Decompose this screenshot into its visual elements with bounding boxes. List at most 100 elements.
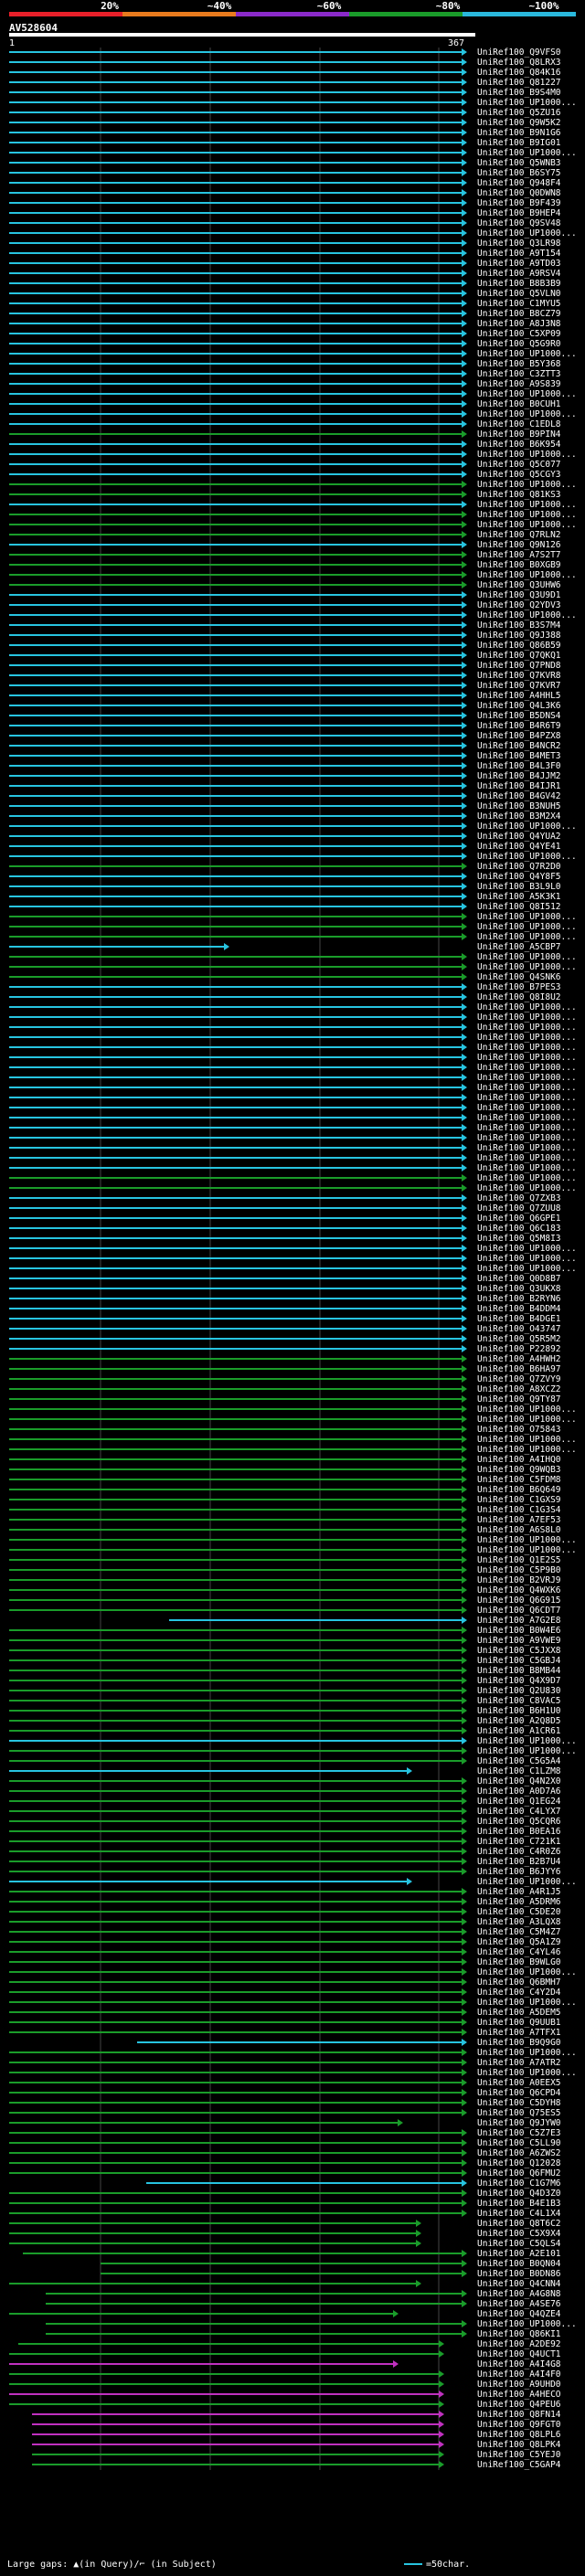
hit-label[interactable]: UniRef100_B8B3B9 <box>477 279 583 289</box>
hit-label[interactable]: UniRef100_UP1000... <box>477 1877 583 1887</box>
hit-label[interactable]: UniRef100_Q8I512 <box>477 902 583 912</box>
hit-label[interactable]: UniRef100_Q7KVR7 <box>477 681 583 691</box>
hit-label[interactable]: UniRef100_UP1000... <box>477 1002 583 1012</box>
hit-label[interactable]: UniRef100_A0EEX5 <box>477 2078 583 2088</box>
hit-label[interactable]: UniRef100_Q7ZXB3 <box>477 1193 583 1203</box>
hit-label[interactable]: UniRef100_Q4YE41 <box>477 842 583 852</box>
hit-label[interactable]: UniRef100_UP1000... <box>477 570 583 580</box>
hit-label[interactable]: UniRef100_A6S8L0 <box>477 1525 583 1535</box>
hit-label[interactable]: UniRef100_UP1000... <box>477 349 583 359</box>
hit-label[interactable]: UniRef100_Q5C077 <box>477 460 583 470</box>
hit-label[interactable]: UniRef100_UP1000... <box>477 912 583 922</box>
hit-label[interactable]: UniRef100_C4LYX7 <box>477 1807 583 1817</box>
hit-label[interactable]: UniRef100_Q9SV48 <box>477 218 583 228</box>
hit-label[interactable]: UniRef100_C1LZM8 <box>477 1766 583 1776</box>
hit-label[interactable]: UniRef100_Q5R5M2 <box>477 1334 583 1344</box>
hit-label[interactable]: UniRef100_UP1000... <box>477 922 583 932</box>
hit-label[interactable]: UniRef100_B9Q9G0 <box>477 2038 583 2048</box>
hit-label[interactable]: UniRef100_Q7QKQ1 <box>477 651 583 661</box>
hit-label[interactable]: UniRef100_C1G3S4 <box>477 1505 583 1515</box>
hit-label[interactable]: UniRef100_Q5CQR6 <box>477 1817 583 1827</box>
hit-label[interactable]: UniRef100_Q6CPD4 <box>477 2088 583 2098</box>
hit-label[interactable]: UniRef100_C5Z7E3 <box>477 2128 583 2138</box>
hit-label[interactable]: UniRef100_B4E1B3 <box>477 2199 583 2209</box>
hit-label[interactable]: UniRef100_C5DYH8 <box>477 2098 583 2108</box>
hit-label[interactable]: UniRef100_UP1000... <box>477 1123 583 1133</box>
hit-label[interactable]: UniRef100_Q948F4 <box>477 178 583 188</box>
hit-label[interactable]: UniRef100_Q9W5K2 <box>477 118 583 128</box>
hit-label[interactable]: UniRef100_B7PES3 <box>477 982 583 992</box>
hit-label[interactable]: UniRef100_C4R0Z6 <box>477 1847 583 1857</box>
hit-label[interactable]: UniRef100_A2Q8D5 <box>477 1716 583 1726</box>
hit-label[interactable]: UniRef100_A8XCZ2 <box>477 1384 583 1394</box>
hit-label[interactable]: UniRef100_Q86B59 <box>477 641 583 651</box>
hit-label[interactable]: UniRef100_O75843 <box>477 1425 583 1435</box>
hit-label[interactable]: UniRef100_UP1000... <box>477 1093 583 1103</box>
hit-label[interactable]: UniRef100_Q3U9D1 <box>477 590 583 600</box>
hit-label[interactable]: UniRef100_UP1000... <box>477 1445 583 1455</box>
hit-label[interactable]: UniRef100_A9TD03 <box>477 259 583 269</box>
hit-label[interactable]: UniRef100_A4R1J5 <box>477 1887 583 1897</box>
hit-label[interactable]: UniRef100_C5XP09 <box>477 329 583 339</box>
hit-label[interactable]: UniRef100_C1MYU5 <box>477 299 583 309</box>
hit-label[interactable]: UniRef100_Q6BMH7 <box>477 1977 583 1988</box>
hit-label[interactable]: UniRef100_C3ZTT3 <box>477 369 583 379</box>
hit-label[interactable]: UniRef100_C1GXS9 <box>477 1495 583 1505</box>
hit-label[interactable]: UniRef100_Q6GPE1 <box>477 1214 583 1224</box>
hit-label[interactable]: UniRef100_Q4UCT1 <box>477 2349 583 2359</box>
hit-label[interactable]: UniRef100_UP1000... <box>477 1967 583 1977</box>
hit-label[interactable]: UniRef100_UP1000... <box>477 1254 583 1264</box>
hit-label[interactable]: UniRef100_C4Y2D4 <box>477 1988 583 1998</box>
hit-label[interactable]: UniRef100_Q8LPL6 <box>477 2430 583 2440</box>
hit-label[interactable]: UniRef100_B2RYN6 <box>477 1294 583 1304</box>
hit-label[interactable]: UniRef100_Q9JYW0 <box>477 2118 583 2128</box>
hit-label[interactable]: UniRef100_Q1EG24 <box>477 1797 583 1807</box>
hit-label[interactable]: UniRef100_A4I4G8 <box>477 2359 583 2369</box>
hit-label[interactable]: UniRef100_B4R6T9 <box>477 721 583 731</box>
hit-label[interactable]: UniRef100_C5GBJ4 <box>477 1656 583 1666</box>
hit-label[interactable]: UniRef100_UP1000... <box>477 2068 583 2078</box>
hit-label[interactable]: UniRef100_UP1000... <box>477 1435 583 1445</box>
hit-label[interactable]: UniRef100_B4DDM4 <box>477 1304 583 1314</box>
hit-label[interactable]: UniRef100_Q0DWN8 <box>477 188 583 198</box>
hit-label[interactable]: UniRef100_UP1000... <box>477 1103 583 1113</box>
hit-label[interactable]: UniRef100_Q4YUA2 <box>477 832 583 842</box>
hit-label[interactable]: UniRef100_Q84K16 <box>477 68 583 78</box>
hit-label[interactable]: UniRef100_A2DE92 <box>477 2339 583 2349</box>
hit-label[interactable]: UniRef100_B3M2X4 <box>477 811 583 822</box>
hit-label[interactable]: UniRef100_UP1000... <box>477 2048 583 2058</box>
hit-label[interactable]: UniRef100_UP1000... <box>477 1113 583 1123</box>
hit-label[interactable]: UniRef100_Q9N126 <box>477 540 583 550</box>
hit-label[interactable]: UniRef100_B0W4E6 <box>477 1626 583 1636</box>
hit-label[interactable]: UniRef100_C5QLS4 <box>477 2239 583 2249</box>
hit-label[interactable]: UniRef100_B9S4M0 <box>477 88 583 98</box>
hit-label[interactable]: UniRef100_UP1000... <box>477 1143 583 1153</box>
hit-label[interactable]: UniRef100_UP1000... <box>477 480 583 490</box>
hit-label[interactable]: UniRef100_A7G2E8 <box>477 1616 583 1626</box>
hit-label[interactable]: UniRef100_C4YL46 <box>477 1947 583 1957</box>
hit-label[interactable]: UniRef100_C5LL90 <box>477 2138 583 2148</box>
hit-label[interactable]: UniRef100_B8MB44 <box>477 1666 583 1676</box>
hit-label[interactable]: UniRef100_A9S839 <box>477 379 583 389</box>
hit-label[interactable]: UniRef100_A7S2T7 <box>477 550 583 560</box>
hit-label[interactable]: UniRef100_Q9VFS0 <box>477 48 583 58</box>
hit-label[interactable]: UniRef100_Q8FN14 <box>477 2410 583 2420</box>
hit-label[interactable]: UniRef100_A2E101 <box>477 2249 583 2259</box>
hit-label[interactable]: UniRef100_B0XGB9 <box>477 560 583 570</box>
hit-label[interactable]: UniRef100_B4IJR1 <box>477 781 583 791</box>
hit-label[interactable]: UniRef100_Q3LR98 <box>477 239 583 249</box>
hit-label[interactable]: UniRef100_Q7KVR8 <box>477 671 583 681</box>
hit-label[interactable]: UniRef100_B0QN04 <box>477 2259 583 2269</box>
hit-label[interactable]: UniRef100_UP1000... <box>477 1746 583 1756</box>
hit-label[interactable]: UniRef100_A5K3K1 <box>477 892 583 902</box>
hit-label[interactable]: UniRef100_C5GAP4 <box>477 2460 583 2470</box>
hit-label[interactable]: UniRef100_A7TFX1 <box>477 2028 583 2038</box>
hit-label[interactable]: UniRef100_Q7ZVY9 <box>477 1374 583 1384</box>
hit-label[interactable]: UniRef100_C5YEJ0 <box>477 2450 583 2460</box>
hit-label[interactable]: UniRef100_A9VWE9 <box>477 1636 583 1646</box>
hit-label[interactable]: UniRef100_UP1000... <box>477 1415 583 1425</box>
hit-label[interactable]: UniRef100_C5JXX8 <box>477 1646 583 1656</box>
hit-label[interactable]: UniRef100_B6HA97 <box>477 1364 583 1374</box>
hit-label[interactable]: UniRef100_Q4WXK6 <box>477 1585 583 1595</box>
hit-label[interactable]: UniRef100_B9PIN4 <box>477 429 583 440</box>
